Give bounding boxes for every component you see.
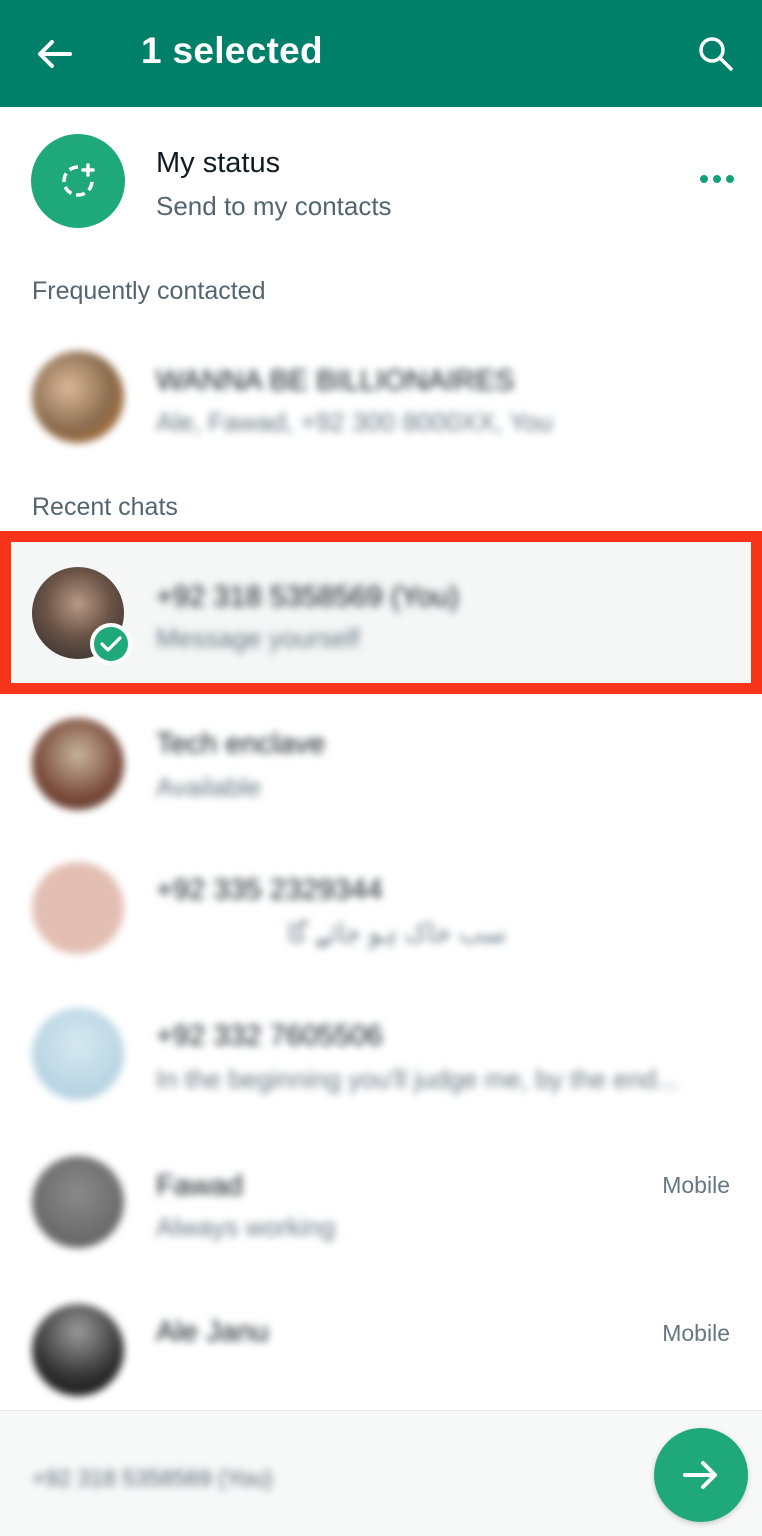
chat-name: Fawad (156, 1170, 244, 1202)
chat-row-recent-2[interactable]: +92 335 2329344 سب خاک ہو جائے گا (0, 838, 762, 984)
avatar (32, 1304, 124, 1396)
chat-name: Tech enclave (156, 728, 326, 760)
chat-row-recent-1[interactable]: Tech enclave Available (0, 692, 762, 838)
more-options-button[interactable] (690, 161, 744, 197)
status-add-icon (62, 163, 95, 197)
back-button[interactable] (24, 28, 84, 80)
chat-name: +92 335 2329344 (156, 874, 383, 906)
chat-row-recent-3[interactable]: +92 332 7605506 In the beginning you'll … (0, 984, 762, 1130)
chat-subtitle: Available (156, 772, 262, 802)
chat-name: +92 332 7605506 (156, 1020, 383, 1052)
avatar (32, 351, 124, 443)
more-horizontal-icon (700, 175, 708, 183)
my-status-row[interactable]: My status Send to my contacts (0, 107, 762, 257)
avatar (32, 718, 124, 810)
arrow-left-icon (38, 40, 72, 68)
status-avatar (31, 134, 125, 228)
chat-subtitle: سب خاک ہو جائے گا (287, 918, 506, 948)
chat-row-recent-5[interactable]: Ale Janu Mobile (0, 1276, 762, 1422)
selected-contacts-text: +92 318 5358569 (You) (32, 1465, 273, 1491)
checkmark-icon (100, 636, 122, 652)
chat-name: WANNA BE BILLIONAIRES (156, 365, 515, 397)
chat-row-recent-4[interactable]: Fawad Always working Mobile (0, 1130, 762, 1276)
app-bar: 1 selected (0, 0, 762, 107)
avatar (32, 1008, 124, 1100)
my-status-subtitle: Send to my contacts (156, 191, 392, 221)
section-header-recent: Recent chats (32, 493, 178, 521)
page-title: 1 selected (141, 30, 323, 71)
selection-bar: +92 318 5358569 (You) (0, 1410, 762, 1536)
chat-subtitle: Always working (156, 1212, 336, 1242)
chat-name: Ale Janu (156, 1316, 269, 1348)
search-icon (699, 37, 733, 71)
chat-row-frequent-0[interactable]: WANNA BE BILLIONAIRES Ale, Fawad, +92 30… (0, 323, 762, 469)
search-button[interactable] (686, 26, 746, 82)
avatar (32, 862, 124, 954)
contact-type-label: Mobile (662, 1172, 730, 1198)
selected-check-badge (90, 623, 132, 665)
chat-subtitle: Ale, Fawad, +92 300 8000XX, You (156, 407, 553, 437)
contact-type-label: Mobile (662, 1320, 730, 1346)
my-status-title: My status (156, 147, 281, 179)
chat-subtitle: Message yourself (156, 623, 360, 653)
send-button[interactable] (654, 1428, 748, 1522)
section-header-frequent: Frequently contacted (32, 277, 266, 305)
chat-name: +92 318 5358569 (You) (156, 581, 459, 613)
chat-subtitle: In the beginning you'll judge me, by the… (156, 1064, 679, 1094)
avatar (32, 1156, 124, 1248)
arrow-right-icon (683, 1461, 717, 1489)
